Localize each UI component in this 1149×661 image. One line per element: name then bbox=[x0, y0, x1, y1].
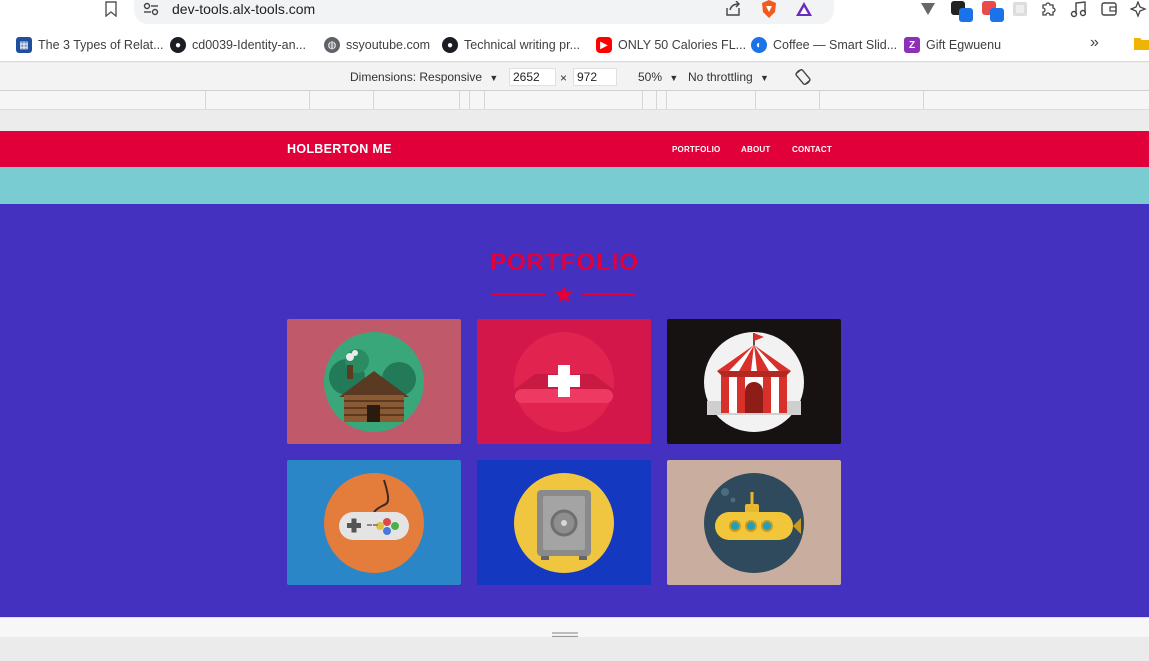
throttling-label: No throttling bbox=[688, 70, 753, 84]
nav-link-about[interactable]: ABOUT bbox=[741, 145, 770, 154]
media-music-icon[interactable] bbox=[1070, 1, 1087, 23]
portfolio-tile-submarine[interactable] bbox=[667, 460, 841, 585]
portfolio-tile-safe-box[interactable] bbox=[477, 319, 651, 444]
resize-handle-bar[interactable] bbox=[0, 617, 1149, 638]
bookmark-label: The 3 Types of Relat... bbox=[38, 38, 164, 52]
nav-link-portfolio[interactable]: PORTFOLIO bbox=[672, 145, 720, 154]
divider-line bbox=[582, 293, 636, 295]
bookmark-item[interactable]: ◐ Coffee — Smart Slid... bbox=[751, 36, 897, 54]
extension-ext2-icon[interactable] bbox=[981, 0, 1005, 29]
ruler-tick bbox=[923, 91, 924, 109]
bookmark-item[interactable]: ▶ ONLY 50 Calories FL... bbox=[596, 36, 746, 54]
portfolio-section: PORTFOLIO bbox=[0, 204, 1149, 617]
bookmark-item[interactable]: ◍ ssyoutube.com bbox=[324, 36, 430, 54]
rotate-icon[interactable] bbox=[794, 68, 812, 89]
portfolio-tile-game-controller[interactable] bbox=[287, 460, 461, 585]
extension-ext1-icon[interactable] bbox=[950, 0, 974, 29]
site-header: HOLBERTON ME PORTFOLIO ABOUT CONTACT bbox=[0, 131, 1149, 167]
ruler-tick bbox=[755, 91, 756, 109]
circus-tent-icon bbox=[704, 332, 804, 432]
coffee-icon: ◐ bbox=[751, 37, 767, 53]
caret-down-icon: ▼ bbox=[760, 73, 769, 83]
extension-ext3-icon[interactable] bbox=[1012, 1, 1028, 22]
portfolio-tile-cabin[interactable] bbox=[287, 319, 461, 444]
bookmark-item[interactable]: ● Technical writing pr... bbox=[442, 36, 580, 54]
z-icon: Z bbox=[904, 37, 920, 53]
ruler-tick bbox=[819, 91, 820, 109]
width-input[interactable] bbox=[509, 68, 556, 86]
ruler-tick bbox=[656, 91, 657, 109]
bookmark-label: Gift Egwuenu bbox=[926, 38, 1002, 52]
dimensions-label: Dimensions: Responsive bbox=[350, 70, 483, 84]
viewport-gutter bbox=[0, 110, 1149, 131]
wallet-icon[interactable] bbox=[1101, 2, 1117, 21]
folder-icon[interactable] bbox=[1134, 37, 1149, 55]
bookmark-label: ssyoutube.com bbox=[346, 38, 431, 52]
share-icon[interactable] bbox=[725, 0, 742, 22]
dimensions-dropdown[interactable]: Dimensions: Responsive ▼ bbox=[350, 70, 498, 84]
ruler-tick bbox=[205, 91, 206, 109]
bookmark-label: cd0039-Identity-an... bbox=[192, 38, 306, 52]
bookmark-star-icon[interactable] bbox=[104, 1, 118, 22]
brave-shield-icon[interactable] bbox=[761, 0, 777, 23]
caret-down-icon: ▼ bbox=[669, 73, 679, 83]
ruler-tick bbox=[666, 91, 667, 109]
plus-box-icon bbox=[514, 332, 614, 432]
portfolio-tile-circus-tent[interactable] bbox=[667, 319, 841, 444]
viewport-gutter-bottom bbox=[0, 637, 1149, 661]
github-icon: ● bbox=[442, 37, 458, 53]
media-query-ruler[interactable] bbox=[0, 91, 1149, 110]
caret-down-icon: ▼ bbox=[489, 73, 499, 83]
hero-band bbox=[0, 167, 1149, 204]
bookmarks-bar: ▦ The 3 Types of Relat... ● cd0039-Ident… bbox=[0, 27, 1149, 62]
ruler-tick bbox=[373, 91, 374, 109]
youtube-icon: ▶ bbox=[596, 37, 612, 53]
ruler-tick bbox=[484, 91, 485, 109]
star-icon bbox=[555, 286, 573, 308]
bookmark-item[interactable]: ● cd0039-Identity-an... bbox=[170, 36, 306, 54]
address-bar-row: dev-tools.alx-tools.com bbox=[0, 0, 1149, 27]
ruler-tick bbox=[459, 91, 460, 109]
bookmark-label: Coffee — Smart Slid... bbox=[773, 38, 898, 52]
zoom-label: 50% bbox=[638, 70, 663, 84]
height-input[interactable] bbox=[573, 68, 617, 86]
bookmark-label: Technical writing pr... bbox=[464, 38, 581, 52]
more-bookmarks-button[interactable]: » bbox=[1090, 34, 1099, 52]
nav-link-contact[interactable]: CONTACT bbox=[792, 145, 832, 154]
github-icon: ● bbox=[170, 37, 186, 53]
cabin-icon bbox=[324, 332, 424, 432]
game-controller-icon bbox=[324, 473, 424, 573]
ruler-tick bbox=[309, 91, 310, 109]
submarine-icon bbox=[704, 473, 804, 573]
zoom-dropdown[interactable]: 50% ▼ bbox=[638, 70, 678, 84]
safe-icon bbox=[514, 473, 614, 573]
url-text[interactable]: dev-tools.alx-tools.com bbox=[172, 1, 315, 17]
bookmark-label: ONLY 50 Calories FL... bbox=[618, 38, 747, 52]
grid-icon: ▦ bbox=[16, 37, 32, 53]
bookmark-item[interactable]: Z Gift Egwuenu bbox=[904, 36, 1001, 54]
bookmark-item[interactable]: ▦ The 3 Types of Relat... bbox=[16, 36, 164, 54]
device-toolbar: Dimensions: Responsive ▼ × 50% ▼ No thro… bbox=[0, 63, 1149, 91]
ai-sparkle-icon[interactable] bbox=[1129, 0, 1147, 23]
ruler-tick bbox=[469, 91, 470, 109]
site-brand[interactable]: HOLBERTON ME bbox=[287, 142, 392, 156]
ruler-tick bbox=[642, 91, 643, 109]
divider-line bbox=[492, 293, 546, 295]
vpn-icon[interactable] bbox=[921, 2, 935, 20]
section-title: PORTFOLIO bbox=[490, 249, 639, 276]
brave-rewards-icon[interactable] bbox=[795, 1, 813, 22]
extensions-puzzle-icon[interactable] bbox=[1040, 1, 1057, 23]
throttling-dropdown[interactable]: No throttling ▼ bbox=[688, 70, 769, 84]
times-symbol: × bbox=[560, 71, 568, 85]
globe-icon: ◍ bbox=[324, 37, 340, 53]
portfolio-tile-safe[interactable] bbox=[477, 460, 651, 585]
site-info-icon[interactable] bbox=[143, 2, 159, 21]
